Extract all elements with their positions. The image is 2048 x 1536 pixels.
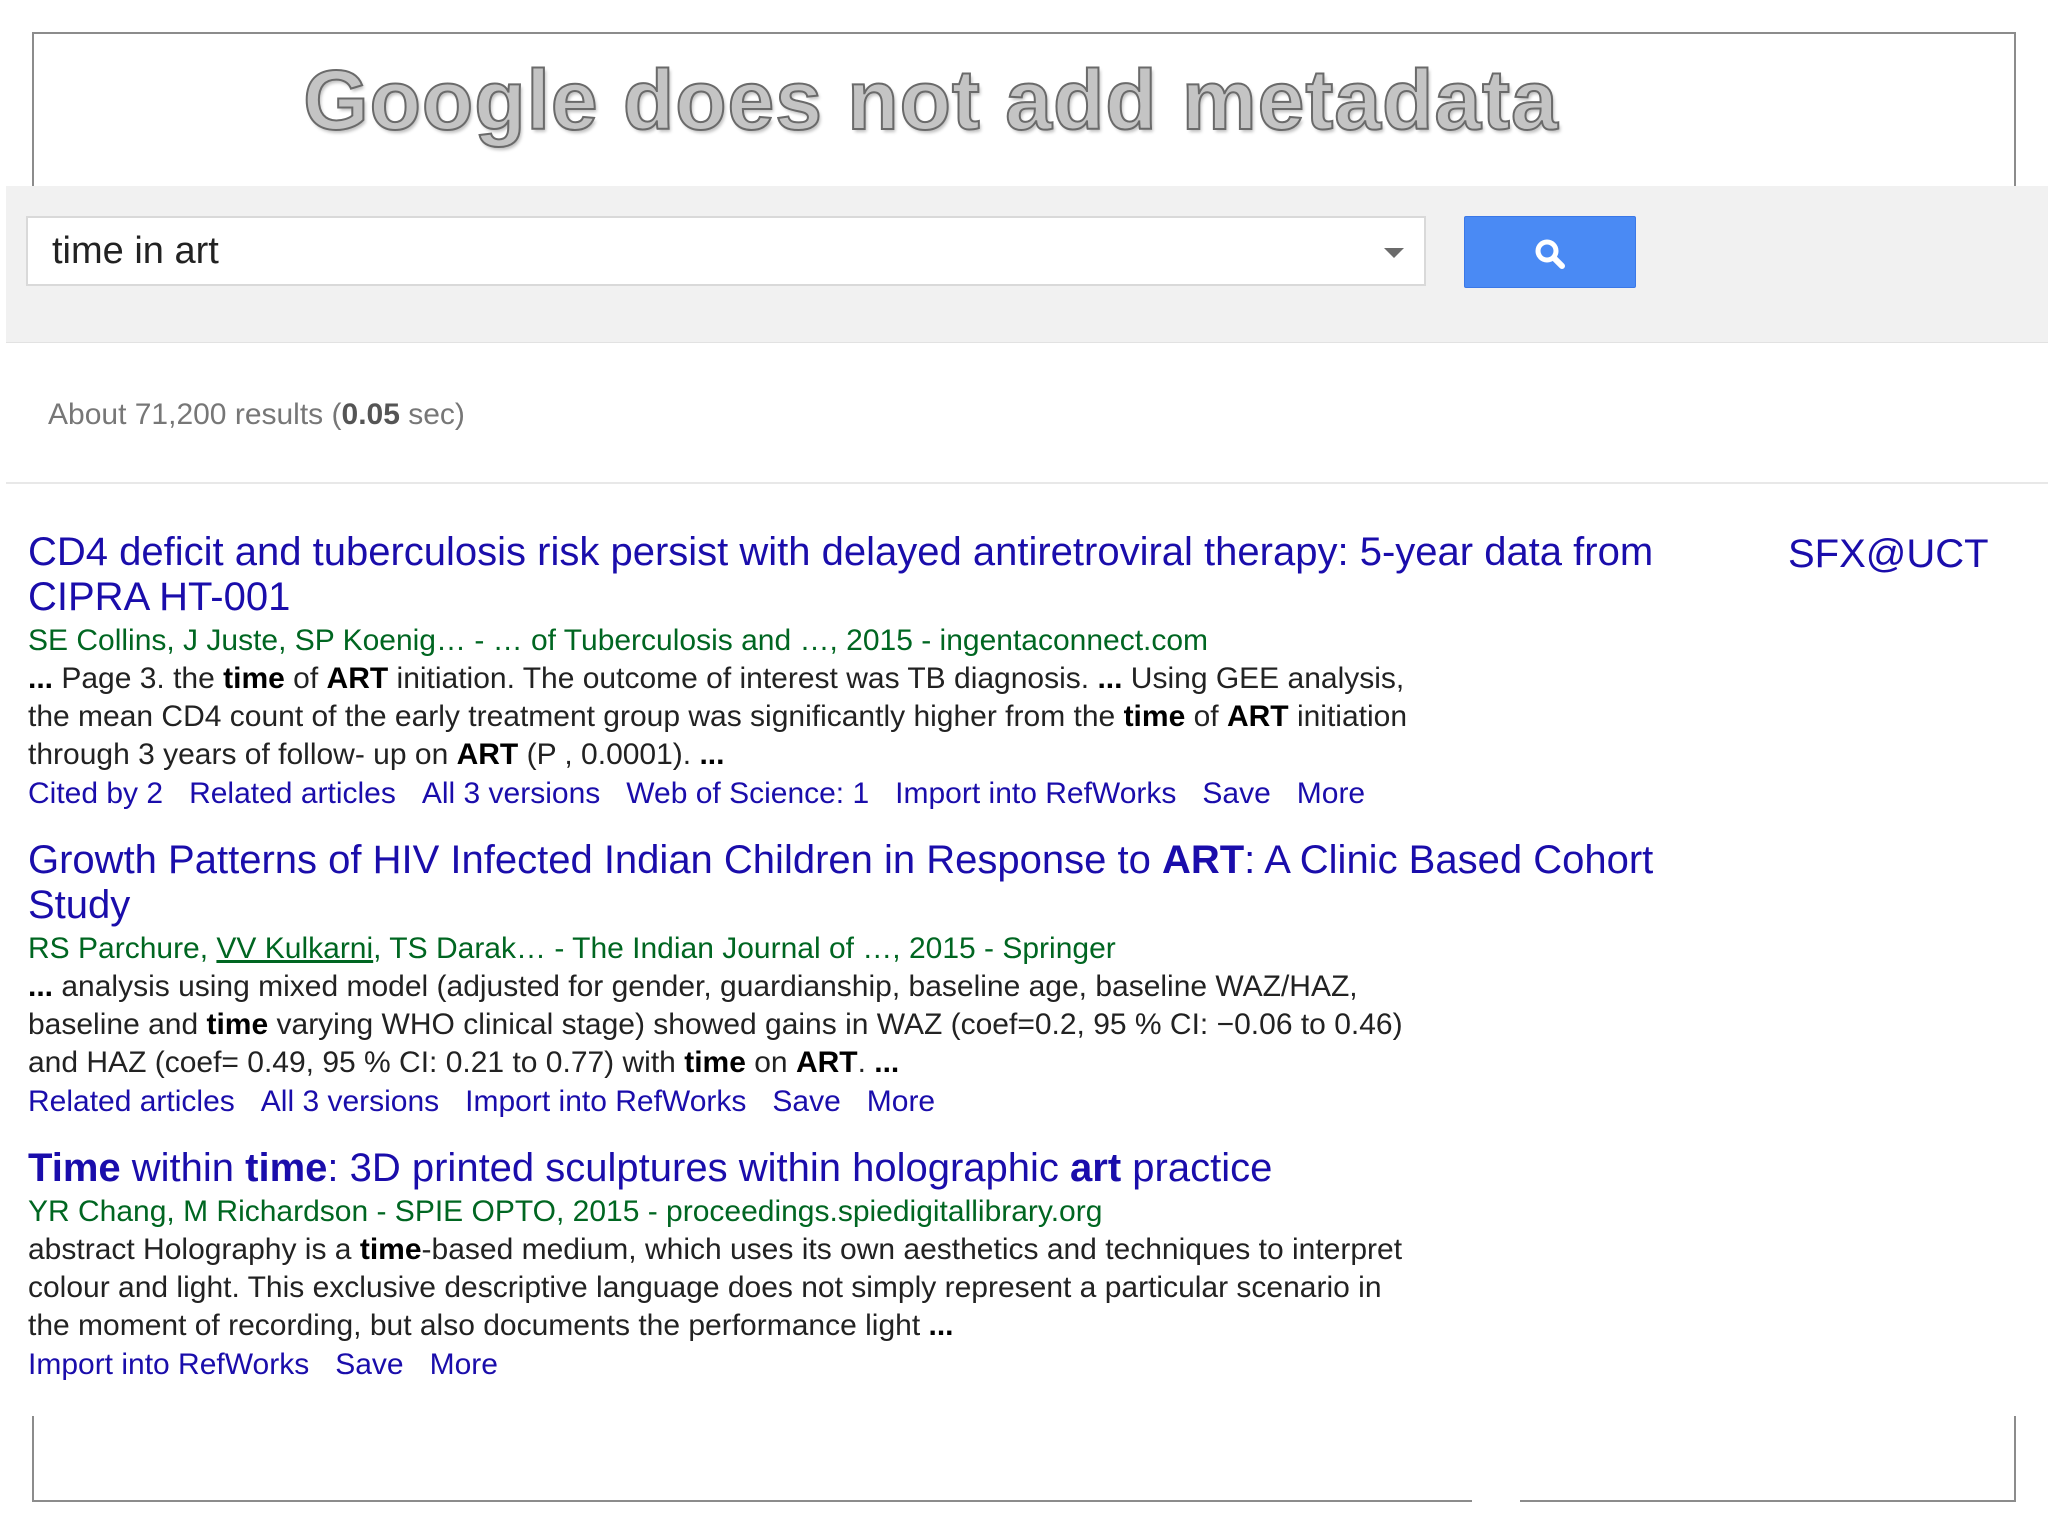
result-action-link[interactable]: All 3 versions bbox=[261, 1085, 439, 1118]
result-action-link[interactable]: Import into RefWorks bbox=[895, 777, 1176, 810]
result-authors-text: , TS Darak… - The Indian Journal of …, 2… bbox=[373, 932, 1116, 965]
result-authors-text: SE Collins, J Juste, SP Koenig… - … of T… bbox=[28, 624, 1209, 657]
snippet-segment: Page 3. the bbox=[61, 662, 224, 695]
snippet-segment: ... bbox=[28, 662, 62, 695]
result-action-link[interactable]: Save bbox=[335, 1348, 403, 1381]
divider bbox=[6, 482, 2048, 484]
result-action-link[interactable]: Related articles bbox=[28, 1085, 235, 1118]
result-title-segment: art bbox=[1070, 1146, 1122, 1190]
snippet-segment: time bbox=[684, 1046, 746, 1079]
result-authors: RS Parchure, VV Kulkarni, TS Darak… - Th… bbox=[28, 930, 1788, 968]
author-link[interactable]: VV Kulkarni bbox=[216, 932, 373, 965]
result-title-segment: : 3D printed sculptures within holograph… bbox=[327, 1146, 1071, 1190]
result-snippet: ... analysis using mixed model (adjusted… bbox=[28, 968, 1428, 1082]
result-authors-text: RS Parchure, bbox=[28, 932, 217, 965]
results-count: About 71,200 results (0.05 sec) bbox=[48, 398, 465, 432]
result-action-link[interactable]: All 3 versions bbox=[422, 777, 600, 810]
snippet-segment: abstract Holography is a bbox=[28, 1233, 360, 1266]
slide-title: Google does not add metadata bbox=[302, 52, 1559, 148]
result-snippet: abstract Holography is a time-based medi… bbox=[28, 1231, 1428, 1345]
result-item: Time within time: 3D printed sculptures … bbox=[28, 1146, 1788, 1385]
result-title-link[interactable]: Time within time: 3D printed sculptures … bbox=[28, 1146, 1748, 1191]
result-action-link[interactable]: More bbox=[867, 1085, 935, 1118]
snippet-segment: ART bbox=[326, 662, 389, 695]
snippet-segment: (P , 0.0001). bbox=[518, 738, 700, 771]
search-bar bbox=[6, 186, 2048, 343]
result-authors-text: YR Chang, M Richardson - SPIE OPTO, 2015… bbox=[28, 1195, 1103, 1228]
result-title-segment: Time bbox=[28, 1146, 121, 1190]
result-snippet: ... Page 3. the time of ART initiation. … bbox=[28, 660, 1428, 774]
result-title-link[interactable]: Growth Patterns of HIV Infected Indian C… bbox=[28, 838, 1748, 928]
dropdown-arrow-icon[interactable] bbox=[1384, 248, 1404, 258]
snippet-segment: on bbox=[745, 1046, 796, 1079]
search-input[interactable] bbox=[52, 218, 1352, 284]
results-count-time: 0.05 bbox=[341, 398, 400, 431]
result-title-segment: CD4 deficit and tuberculosis risk persis… bbox=[28, 530, 1654, 619]
result-title-link[interactable]: CD4 deficit and tuberculosis risk persis… bbox=[28, 530, 1748, 620]
snippet-segment: . bbox=[857, 1046, 875, 1079]
scholar-screenshot: About 71,200 results (0.05 sec) CD4 defi… bbox=[6, 186, 2048, 1416]
result-title-segment: time bbox=[245, 1146, 328, 1190]
results-count-prefix: About 71,200 results ( bbox=[48, 398, 342, 431]
snippet-segment: ART bbox=[1226, 700, 1289, 733]
snippet-segment: ... bbox=[28, 970, 54, 1003]
snippet-segment: time bbox=[1123, 700, 1186, 733]
result-action-link[interactable]: Import into RefWorks bbox=[28, 1348, 309, 1381]
result-actions: Cited by 2 Related articles All 3 versions… bbox=[28, 774, 1788, 814]
snippet-segment: initiation. The outcome of interest was … bbox=[388, 662, 1098, 695]
snippet-segment: ... bbox=[699, 738, 725, 771]
snippet-segment: ... bbox=[1097, 662, 1123, 695]
result-title-segment: practice bbox=[1121, 1146, 1273, 1190]
result-item: CD4 deficit and tuberculosis risk persis… bbox=[28, 530, 1788, 814]
result-action-link[interactable]: More bbox=[430, 1348, 498, 1381]
result-authors: YR Chang, M Richardson - SPIE OPTO, 2015… bbox=[28, 1193, 1788, 1231]
result-title-segment: ART bbox=[1161, 838, 1245, 882]
search-button[interactable] bbox=[1464, 216, 1636, 288]
frame-gap bbox=[1472, 1496, 1520, 1506]
snippet-segment: ART bbox=[795, 1046, 858, 1079]
result-action-link[interactable]: Import into RefWorks bbox=[465, 1085, 746, 1118]
result-authors: SE Collins, J Juste, SP Koenig… - … of T… bbox=[28, 622, 1788, 660]
results-list: CD4 deficit and tuberculosis risk persis… bbox=[28, 530, 1788, 1409]
result-item: Growth Patterns of HIV Infected Indian C… bbox=[28, 838, 1788, 1122]
snippet-segment: of bbox=[284, 662, 327, 695]
snippet-segment: time bbox=[206, 1008, 269, 1041]
snippet-segment: ... bbox=[928, 1309, 954, 1342]
result-action-link[interactable]: Save bbox=[1202, 777, 1270, 810]
result-action-link[interactable]: Web of Science: 1 bbox=[626, 777, 869, 810]
snippet-segment: ... bbox=[874, 1046, 900, 1079]
result-action-link[interactable]: Save bbox=[772, 1085, 840, 1118]
result-actions: Import into RefWorks Save More bbox=[28, 1345, 1788, 1385]
snippet-segment: time bbox=[223, 662, 285, 695]
snippet-segment: time bbox=[359, 1233, 422, 1266]
result-action-link[interactable]: Related articles bbox=[189, 777, 396, 810]
results-count-suffix: sec) bbox=[399, 398, 465, 431]
snippet-segment: of bbox=[1185, 700, 1227, 733]
snippet-segment: ART bbox=[456, 738, 519, 771]
result-action-link[interactable]: More bbox=[1297, 777, 1365, 810]
result-title-segment: Growth Patterns of HIV Infected Indian C… bbox=[28, 838, 1162, 882]
search-icon bbox=[1535, 239, 1565, 269]
result-title-segment: within bbox=[120, 1146, 246, 1190]
search-input-box[interactable] bbox=[26, 216, 1426, 286]
result-action-link[interactable]: Cited by 2 bbox=[28, 777, 163, 810]
sfx-link[interactable]: SFX@UCT bbox=[1788, 532, 1989, 577]
result-actions: Related articles All 3 versions Import int… bbox=[28, 1082, 1788, 1122]
